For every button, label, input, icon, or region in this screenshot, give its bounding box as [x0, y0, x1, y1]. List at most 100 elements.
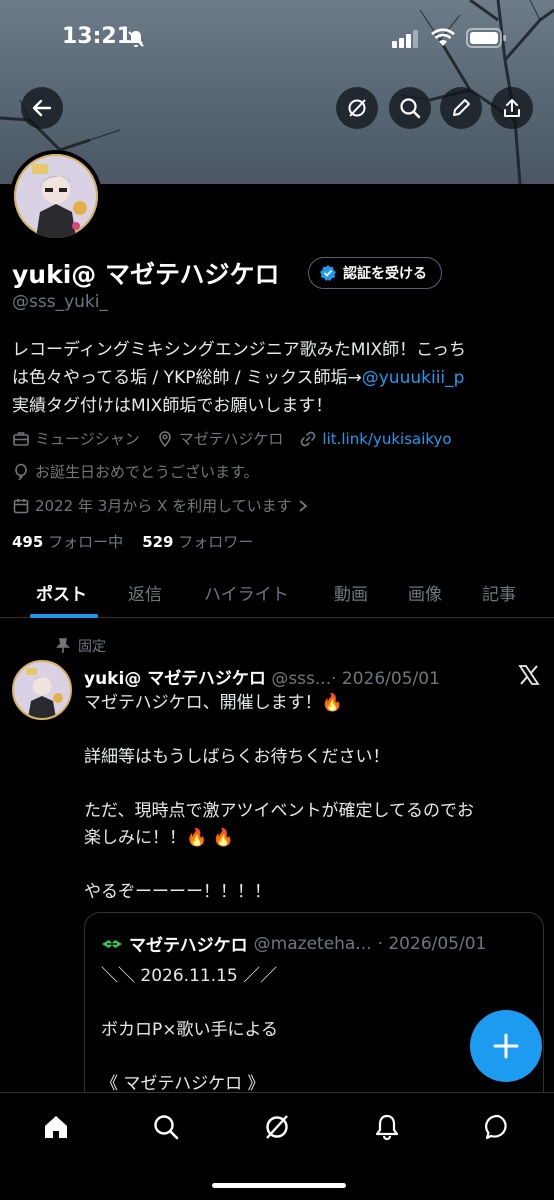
bio-line: 実績タグ付けはMIX師垢でお願いします！: [12, 396, 333, 416]
location-pin-icon: [158, 430, 171, 447]
display-name: yuki@ マゼテハジケロ: [12, 260, 280, 289]
post-header: yuki@ マゼテハジケロ @sss...· 2026/05/01: [84, 664, 440, 689]
location-text: マゼテハジケロ: [178, 430, 284, 448]
profile-bio: レコーディングミキシングエンジニア歌みたMIX師！こっち は色々やってる垢 / …: [12, 336, 548, 420]
post-line: マゼテハジケロ、開催します！🔥: [84, 693, 343, 713]
bell-slash-icon: [126, 29, 146, 53]
search-button[interactable]: [389, 87, 431, 129]
post-line: 詳細等はもうしばらくお待ちください！: [84, 747, 390, 767]
pinned-indicator: 固定: [56, 636, 106, 656]
website-link[interactable]: lit.link/yukisaikyo: [322, 430, 451, 448]
avatar-illustration: [32, 164, 87, 238]
category-item: ミュージシャン: [12, 428, 140, 449]
pinned-label: 固定: [78, 639, 106, 655]
tab-articles[interactable]: 記事: [482, 580, 516, 605]
quote-line: [101, 990, 531, 1017]
tab-images[interactable]: 画像: [408, 580, 442, 605]
joined-item[interactable]: 2022 年 3月から X を利用しています: [12, 495, 309, 516]
calendar-icon: [13, 498, 29, 513]
post-author-handle: @sss...: [271, 669, 332, 689]
edit-button[interactable]: [440, 87, 482, 129]
share-button[interactable]: [491, 87, 533, 129]
following-count: 495: [12, 533, 44, 551]
status-bar: 13:21: [0, 22, 554, 56]
back-button[interactable]: [21, 87, 63, 129]
cellular-signal-icon: [392, 30, 420, 52]
following-link[interactable]: 495 フォロー中: [12, 533, 123, 551]
grok-icon: [348, 99, 366, 117]
followers-label: フォロワー: [178, 533, 254, 551]
pin-icon: [56, 638, 70, 653]
post-line: [84, 852, 546, 879]
profile-avatar[interactable]: [10, 150, 102, 242]
post-author-avatar[interactable]: [12, 660, 72, 720]
bio-line: は色々やってる垢 / YKP総帥 / ミックス師垢→@yuuukiii_p: [12, 364, 548, 392]
get-verified-label: 認証を受ける: [343, 266, 427, 282]
birthday-row: お誕生日おめでとうございます。: [12, 461, 275, 482]
arrow-left-icon: [32, 99, 52, 117]
followers-link[interactable]: 529 フォロワー: [142, 533, 253, 551]
post-line: 楽しみに！！🔥 🔥: [84, 828, 234, 848]
birthday-text: お誕生日おめでとうございます。: [35, 463, 259, 481]
bio-text: は色々やってる垢 / YKP総帥 / ミックス師垢→: [12, 368, 362, 388]
home-icon[interactable]: [40, 1111, 72, 1143]
website-item[interactable]: lit.link/yukisaikyo: [299, 430, 452, 448]
follow-stats: 495 フォロー中 529 フォロワー: [12, 531, 253, 552]
joined-text: 2022 年 3月から X を利用しています: [35, 497, 292, 515]
status-time: 13:21: [62, 24, 133, 49]
plus-icon: [493, 1033, 519, 1059]
battery-icon: [466, 28, 506, 52]
briefcase-icon: [13, 431, 29, 446]
search-icon: [400, 98, 421, 119]
quote-line: ボカロP×歌い手による: [101, 1020, 278, 1040]
messages-icon[interactable]: [482, 1111, 514, 1143]
link-icon: [301, 431, 316, 446]
post-author-name[interactable]: yuki@ マゼテハジケロ: [84, 669, 266, 689]
verified-badge-icon: [320, 265, 336, 281]
birthday-item: お誕生日おめでとうございます。: [12, 461, 259, 482]
profile-tabs: ポスト 返信 ハイライト 動画 画像 記事: [0, 566, 554, 618]
joined-row[interactable]: 2022 年 3月から X を利用しています: [12, 495, 325, 516]
quoted-post-header: マゼテハジケロ @mazeteha... · 2026/05/01: [101, 931, 486, 956]
post-line: やるぞーーーー！！！！: [84, 882, 271, 902]
tab-posts[interactable]: ポスト: [36, 580, 87, 605]
active-tab-indicator: [30, 614, 98, 618]
category-text: ミュージシャン: [35, 430, 140, 448]
quote-line: [101, 1044, 531, 1071]
bell-icon[interactable]: [371, 1111, 403, 1143]
search-icon[interactable]: [150, 1111, 182, 1143]
avatar-illustration: [26, 668, 63, 718]
location-item: マゼテハジケロ: [156, 428, 284, 449]
wifi-icon: [430, 28, 456, 52]
quoted-post-text: ＼＼ 2026.11.15 ／／ ボカロP×歌い手による 《 マゼテハジケロ 》: [101, 963, 531, 1098]
post-line: ただ、現時点で激アツイベントが確定してるのでお: [84, 801, 474, 821]
quoted-author-name: マゼテハジケロ: [129, 936, 248, 956]
quoted-author-handle: @mazeteha...: [253, 933, 372, 954]
post-date: · 2026/05/01: [331, 669, 440, 689]
profile-handle: @sss_yuki_: [12, 292, 108, 312]
grok-button[interactable]: [336, 87, 378, 129]
pencil-icon: [453, 99, 470, 116]
quote-line: ＼＼ 2026.11.15 ／／: [101, 966, 278, 986]
x-logo-icon[interactable]: [518, 664, 540, 690]
bio-line: レコーディングミキシングエンジニア歌みたMIX師！こっち: [12, 340, 466, 360]
post-line: [84, 771, 546, 798]
followers-count: 529: [142, 533, 174, 551]
chevron-right-icon: [299, 499, 308, 512]
tab-highlights[interactable]: ハイライト: [204, 580, 289, 605]
bio-mention-link[interactable]: @yuuukiii_p: [362, 368, 465, 388]
tab-replies[interactable]: 返信: [128, 580, 162, 605]
post-line: [84, 717, 546, 744]
quoted-post-date: · 2026/05/01: [377, 933, 487, 954]
post-text: マゼテハジケロ、開催します！🔥 詳細等はもうしばらくお待ちください！ ただ、現時…: [84, 690, 546, 906]
profile-meta-row: ミュージシャン マゼテハジケロ lit.link/yukisaikyo: [12, 428, 468, 449]
quoted-post[interactable]: マゼテハジケロ @mazeteha... · 2026/05/01 ＼＼ 2026…: [84, 912, 544, 1112]
compose-post-button[interactable]: [470, 1010, 542, 1082]
quoted-author-avatar: [102, 939, 122, 948]
grok-icon[interactable]: [261, 1111, 293, 1143]
balloon-icon: [15, 463, 27, 480]
share-icon: [504, 99, 520, 117]
tab-videos[interactable]: 動画: [334, 580, 368, 605]
get-verified-button[interactable]: 認証を受ける: [308, 257, 442, 289]
following-label: フォロー中: [48, 533, 124, 551]
